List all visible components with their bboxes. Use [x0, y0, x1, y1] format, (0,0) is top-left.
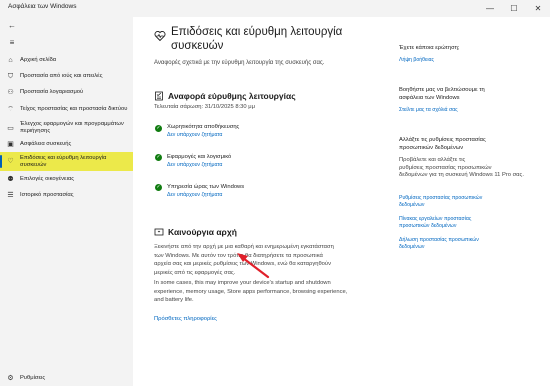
history-icon: ☰	[7, 192, 14, 199]
sidebar-item-label: Επιλογές οικογένειας	[20, 176, 75, 182]
health-report-title: Αναφορά εύρυθμης λειτουργίας	[168, 91, 296, 101]
sidebar-item-device-security[interactable]: ▣ Ασφάλεια συσκευής	[0, 138, 133, 151]
fresh-start-benefits: In some cases, this may improve your dev…	[154, 280, 348, 303]
sidebar-item-label: Προστασία λογαριασμού	[20, 89, 84, 95]
page-title: Επιδόσεις και εύρυθμη λειτουργία συσκευώ…	[171, 26, 343, 52]
sidebar-item-home[interactable]: ⌂ Αρχική σελίδα	[0, 54, 133, 67]
sidebar-item-settings[interactable]: ⚙ Ρυθμίσεις	[0, 371, 133, 385]
improve-heading: Βοηθήστε μας να βελτιώσουμε τη ασφάλεια …	[399, 87, 485, 101]
person-icon: ⚇	[7, 89, 14, 96]
sidebar-item-label: Ασφάλεια συσκευής	[20, 141, 72, 147]
privacy-dashboard-link[interactable]: Πίνακας εργαλείων προστασίας προσωπικών …	[399, 216, 534, 230]
shield-icon: ⛉	[7, 73, 14, 80]
window-title: Ασφάλεια των Windows	[8, 3, 77, 10]
sidebar-item-virus-protection[interactable]: ⛉ Προστασία από ιούς και απειλές	[0, 70, 133, 83]
get-help-link[interactable]: Λήψη βοήθειας	[399, 57, 534, 64]
device-icon: ▣	[7, 141, 14, 148]
privacy-heading: Αλλάξτε τις ρυθμίσεις προστασίας προσωπι…	[399, 137, 486, 151]
minimize-button[interactable]: —	[478, 0, 502, 17]
storage-capacity-status: Δεν υπάρχουν ζητήματα	[167, 132, 223, 138]
maximize-button[interactable]: ☐	[502, 0, 526, 17]
question-heading: Έχετε κάποια ερώτηση;	[399, 45, 460, 51]
more-info-link[interactable]: Πρόσθετες πληροφορίες	[154, 316, 217, 322]
back-arrow-icon: ←	[8, 20, 16, 30]
check-icon: ✓	[155, 154, 162, 161]
windows-time-status: Δεν υπάρχουν ζητήματα	[167, 192, 223, 198]
wifi-icon: ⌔	[7, 105, 14, 113]
sidebar-item-device-performance[interactable]: ♡ Επιδόσεις και εύρυθμη λειτουργία συσκε…	[0, 152, 133, 171]
close-button[interactable]: ✕	[526, 0, 550, 17]
fresh-start-icon	[154, 228, 164, 236]
heart-pulse-icon	[154, 31, 166, 42]
sidebar-item-family-options[interactable]: ⚉ Επιλογές οικογένειας	[0, 173, 133, 186]
sidebar: ← ≡ ⌂ Αρχική σελίδα ⛉ Προστασία από ιούς…	[0, 17, 133, 386]
report-icon	[155, 91, 163, 101]
last-scan-text: Τελευταία σάρωση: 31/10/2025 8:30 μμ	[154, 104, 255, 110]
heart-pulse-icon: ♡	[7, 158, 14, 165]
sidebar-item-label: Ιστορικό προστασίας	[20, 192, 74, 198]
privacy-description: Προβάλετε και αλλάξτε τις ρυθμίσεις προσ…	[399, 157, 524, 178]
sidebar-item-account-protection[interactable]: ⚇ Προστασία λογαριασμού	[0, 86, 133, 99]
sidebar-item-app-browser-control[interactable]: ▭ Έλεγχος εφαρμογών και προγραμμάτων περ…	[0, 119, 133, 137]
fresh-start-title: Καινούργια αρχή	[168, 227, 237, 237]
sidebar-item-label: Προστασία από ιούς και απειλές	[20, 73, 103, 79]
check-icon: ✓	[155, 184, 162, 191]
send-feedback-link[interactable]: Στείλτε μας τα σχόλιά σας	[399, 107, 534, 114]
maximize-icon: ☐	[510, 4, 518, 13]
menu-button[interactable]: ≡	[5, 36, 19, 48]
sidebar-item-protection-history[interactable]: ☰ Ιστορικό προστασίας	[0, 189, 133, 202]
back-button[interactable]: ←	[5, 19, 19, 31]
hamburger-icon: ≡	[9, 37, 15, 47]
home-icon: ⌂	[8, 57, 13, 64]
title-bar: Ασφάλεια των Windows — ☐ ✕	[0, 0, 550, 17]
apps-software-status: Δεν υπάρχουν ζητήματα	[167, 162, 223, 168]
app-browser-icon: ▭	[7, 124, 14, 132]
privacy-settings-link[interactable]: Ρυθμίσεις προστασίας προσωπικών δεδομένω…	[399, 195, 534, 209]
page-subtitle: Αναφορές σχετικά με την εύρυθμη λειτουργ…	[154, 60, 325, 66]
fresh-start-description: Ξεκινήστε από την αρχή με μια καθαρή και…	[154, 244, 334, 276]
check-icon: ✓	[155, 125, 162, 132]
close-icon: ✕	[534, 4, 542, 13]
sidebar-item-label: Αρχική σελίδα	[20, 57, 57, 63]
minimize-icon: —	[486, 4, 494, 13]
sidebar-item-label: Έλεγχος εφαρμογών και προγραμμάτων περιή…	[20, 121, 124, 134]
sidebar-item-firewall[interactable]: ⌔ Τείχος προστασίας και προστασία δικτύο…	[0, 100, 133, 118]
windows-time-label: Υπηρεσία ώρας των Windows	[167, 184, 245, 190]
storage-capacity-label: Χωρητικότητα αποθήκευσης	[167, 124, 240, 130]
sidebar-item-label: Ρυθμίσεις	[20, 374, 46, 381]
family-icon: ⚉	[7, 176, 14, 183]
apps-software-label: Εφαρμογές και λογισμικό	[167, 154, 232, 160]
sidebar-item-label: Τείχος προστασίας και προστασία δικτύου	[20, 105, 128, 112]
privacy-statement-link[interactable]: Δήλωση προστασίας προσωπικών δεδομένων	[399, 237, 534, 251]
sidebar-item-label: Επιδόσεις και εύρυθμη λειτουργία συσκευώ…	[20, 154, 107, 168]
gear-icon: ⚙	[7, 374, 14, 382]
